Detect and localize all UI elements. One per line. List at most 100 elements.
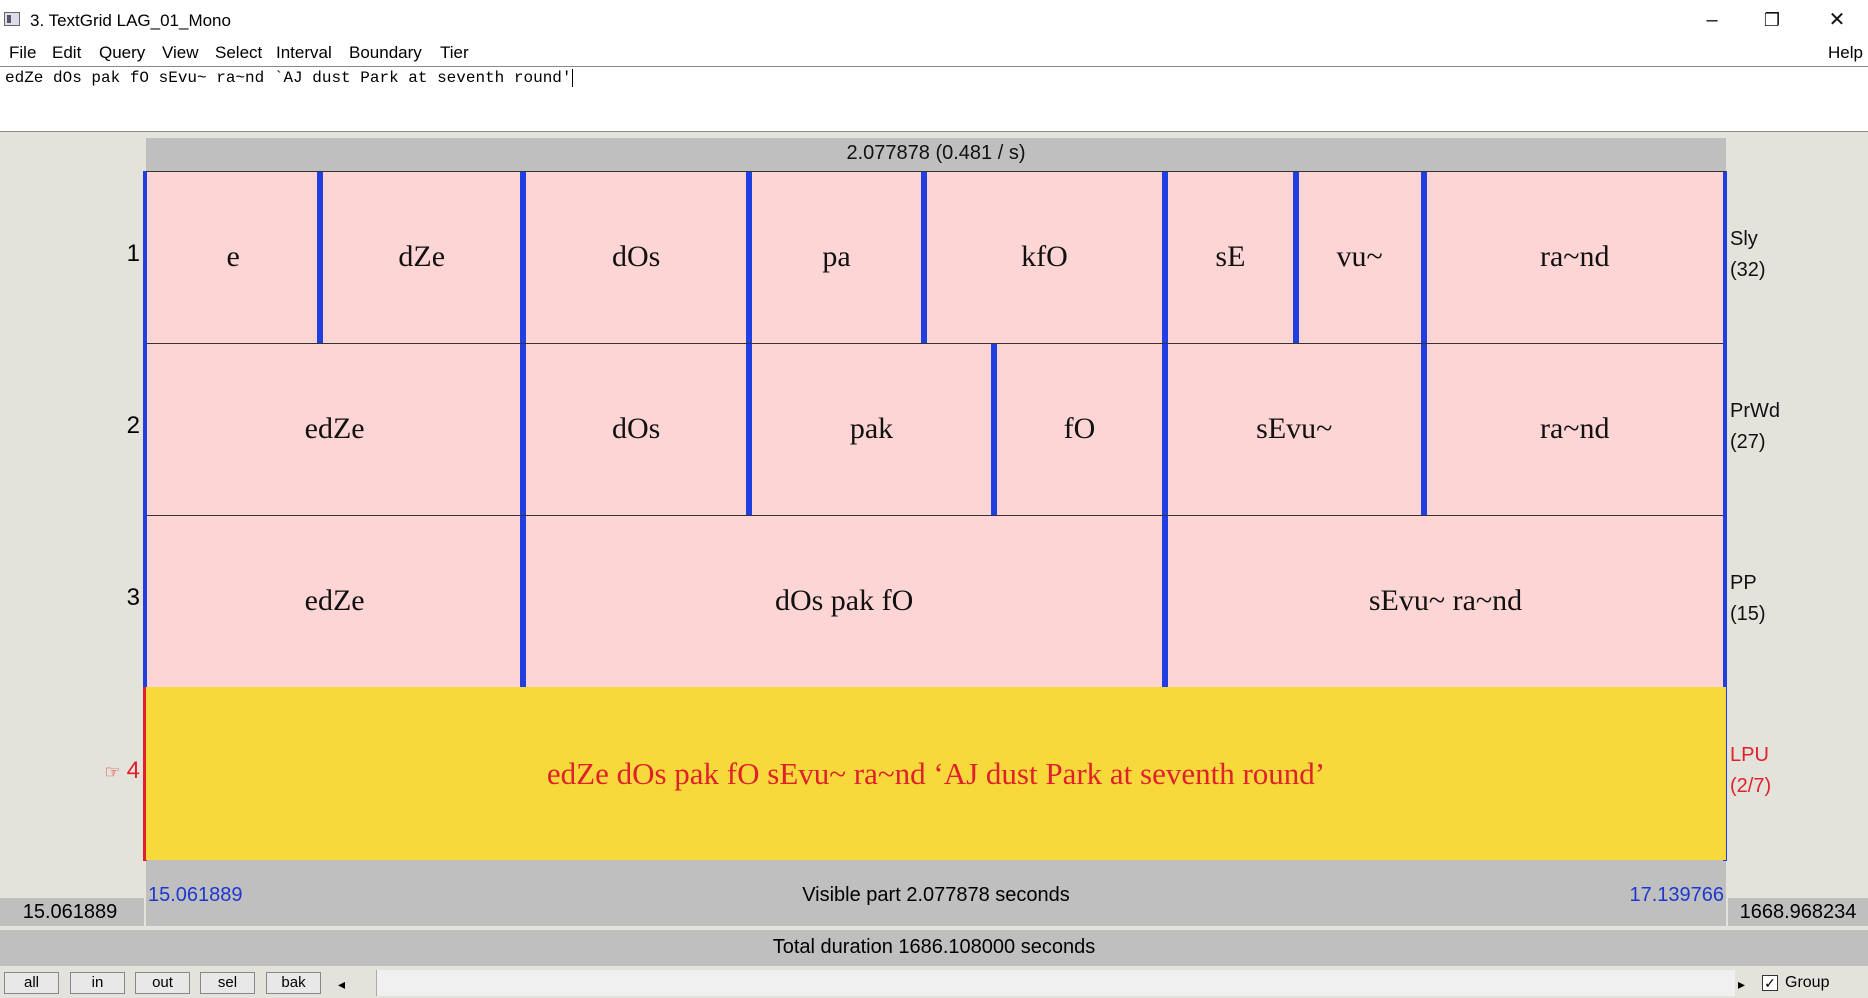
tier-separator	[146, 515, 1726, 516]
interval-label: dOs	[611, 240, 661, 273]
tier-3-count: (15)	[1730, 603, 1766, 625]
minimize-button[interactable]: –	[1690, 6, 1734, 34]
interval-label: sEvu~	[1256, 412, 1333, 445]
tier-1-interval[interactable]: dOs	[523, 171, 750, 343]
zoom-all-button[interactable]: all	[4, 972, 59, 994]
interval-boundary[interactable]	[520, 343, 527, 515]
tier-2-interval[interactable]: dOs	[523, 343, 750, 515]
tier-2-interval[interactable]: edZe	[146, 343, 524, 515]
interval-label: vu~	[1336, 240, 1383, 273]
interval-label: pa	[822, 240, 851, 273]
tier-1-interval[interactable]: kfO	[923, 171, 1165, 343]
interval-label: edZe dOs pak fO sEvu~ ra~nd ‘AJ dust Par…	[546, 755, 1326, 791]
tier-3-interval[interactable]: dOs pak fO	[523, 515, 1165, 687]
interval-label: kfO	[1021, 240, 1068, 273]
tier-1-interval[interactable]: pa	[749, 171, 924, 343]
tier-2-name: PrWd	[1730, 400, 1780, 422]
tier-number-1: 1	[126, 240, 140, 267]
interval-label: pak	[849, 412, 894, 445]
tier-3-name: PP	[1730, 572, 1757, 594]
tier-4-name: LPU	[1730, 744, 1769, 766]
tier-1-interval[interactable]: dZe	[320, 171, 524, 343]
menu-file[interactable]: File	[9, 40, 36, 66]
menu-help[interactable]: Help	[1828, 40, 1863, 66]
interval-label: edZe	[304, 584, 365, 617]
zoom-in-button[interactable]: in	[70, 972, 125, 994]
tier-3-interval[interactable]: edZe	[146, 515, 524, 687]
interval-boundary[interactable]	[520, 171, 527, 343]
tier-number-4: ☞ 4	[60, 757, 141, 785]
menu-bar: File Edit Query View Select Interval Bou…	[0, 40, 1868, 66]
horizontal-scrollbar[interactable]	[376, 970, 1735, 996]
interval-label: ra~nd	[1539, 240, 1610, 273]
interval-label: sE	[1215, 240, 1246, 273]
tier-2-interval[interactable]: ra~nd	[1423, 343, 1726, 515]
tier-1-interval[interactable]: ra~nd	[1423, 171, 1726, 343]
interval-boundary[interactable]	[1162, 171, 1168, 343]
interval-boundary[interactable]	[520, 515, 527, 687]
interval-label: edZe	[304, 412, 365, 445]
tier-2-interval[interactable]: sEvu~	[1165, 343, 1424, 515]
restore-button[interactable]: ❐	[1750, 6, 1794, 34]
interval-boundary[interactable]	[990, 343, 997, 515]
tier-name-3[interactable]: PP (15)	[1730, 568, 1766, 630]
tier-1-interval[interactable]: e	[146, 171, 321, 343]
close-button[interactable]: ✕	[1815, 6, 1859, 34]
interval-label: ra~nd	[1539, 412, 1610, 445]
menu-view[interactable]: View	[162, 40, 199, 66]
tier-4-count: (2/7)	[1730, 775, 1772, 797]
tier-name-4[interactable]: LPU (2/7)	[1730, 740, 1771, 802]
menu-interval[interactable]: Interval	[276, 40, 332, 66]
menu-boundary[interactable]: Boundary	[349, 40, 422, 66]
tier-4-number: 4	[126, 757, 140, 784]
menu-edit[interactable]: Edit	[52, 40, 81, 66]
interval-boundary[interactable]	[1162, 515, 1168, 687]
menu-query[interactable]: Query	[99, 40, 145, 66]
app-icon	[4, 12, 20, 26]
menu-tier[interactable]: Tier	[440, 40, 469, 66]
interval-label: dOs	[611, 412, 661, 445]
tier-name-2[interactable]: PrWd (27)	[1730, 396, 1780, 458]
tier-4-interval[interactable]: edZe dOs pak fO sEvu~ ra~nd ‘AJ dust Par…	[146, 687, 1726, 860]
menu-select[interactable]: Select	[215, 40, 262, 66]
interval-label: dOs pak fO	[774, 584, 914, 617]
interval-label: sEvu~ ra~nd	[1368, 584, 1523, 617]
interval-boundary[interactable]	[920, 171, 927, 343]
interval-label: fO	[1063, 412, 1096, 445]
interval-boundary[interactable]	[1162, 343, 1168, 515]
edge-boundary	[143, 171, 147, 687]
group-checkbox[interactable]: ✓	[1762, 975, 1778, 991]
interval-boundary[interactable]	[746, 343, 753, 515]
tier-1-name: Sly	[1730, 228, 1758, 250]
title-bar: 3. TextGrid LAG_01_Mono – ❐ ✕	[0, 0, 1868, 40]
tier-3-interval[interactable]: sEvu~ ra~nd	[1165, 515, 1726, 687]
interval-boundary[interactable]	[1292, 171, 1299, 343]
tier-number-2: 2	[126, 412, 140, 439]
pointer-hand-icon: ☞	[104, 762, 121, 782]
interval-boundary[interactable]	[317, 171, 324, 343]
interval-boundary[interactable]	[1420, 171, 1427, 343]
tier-2-interval[interactable]: pak	[749, 343, 994, 515]
interval-text-editor[interactable]: edZe dOs pak fO sEvu~ ra~nd `AJ dust Par…	[0, 66, 1868, 132]
interval-boundary[interactable]	[746, 171, 753, 343]
duration-label: 2.077878 (0.481 / s)	[846, 142, 1026, 164]
interval-boundary[interactable]	[1420, 343, 1427, 515]
scroll-right-arrow-icon[interactable]: ▸	[1738, 976, 1745, 993]
tier-name-1[interactable]: Sly (32)	[1730, 224, 1766, 286]
tier-2-count: (27)	[1730, 431, 1766, 453]
tier-separator	[146, 343, 1726, 344]
interval-label: e	[226, 240, 240, 273]
tier-top-border	[146, 171, 1726, 172]
tier-1-interval[interactable]: vu~	[1295, 171, 1424, 343]
interval-label: dZe	[398, 240, 446, 273]
zoom-selection-button[interactable]: sel	[200, 972, 255, 994]
right-total-time: 1668.968234	[1739, 901, 1857, 923]
view-end-time: 17.139766	[1629, 884, 1724, 906]
tier-1-interval[interactable]: sE	[1165, 171, 1296, 343]
scroll-left-arrow-icon[interactable]: ◂	[338, 976, 345, 993]
left-total-time: 15.061889	[22, 901, 118, 923]
interval-text-value: edZe dOs pak fO sEvu~ ra~nd `AJ dust Par…	[5, 69, 573, 88]
zoom-back-button[interactable]: bak	[266, 972, 321, 994]
zoom-out-button[interactable]: out	[135, 972, 190, 994]
tier-2-interval[interactable]: fO	[993, 343, 1165, 515]
